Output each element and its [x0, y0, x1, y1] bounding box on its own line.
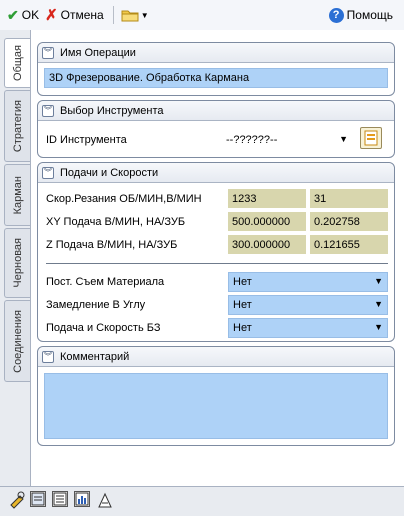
hsm-feed-row: Подача и Скорость БЗ: [46, 319, 160, 337]
corner-slowdown-row: Замедление В Углу: [46, 296, 145, 314]
operation-name-field[interactable]: 3D Фрезерование. Обработка Кармана: [44, 68, 388, 88]
tab-roughing-label: Черновая: [11, 238, 24, 288]
tab-strategy[interactable]: Стратегия: [4, 90, 30, 162]
xy-feed-value: 500.000000: [232, 215, 291, 228]
tool-id-dropdown[interactable]: --??????-- ▼: [222, 131, 352, 149]
xy-feed-per-tooth-value: 0.202758: [314, 215, 360, 228]
tab-general[interactable]: Общая: [4, 38, 30, 88]
z-feed-per-tooth-field[interactable]: 0.121655: [310, 235, 388, 254]
hsm-feed-value: Нет: [233, 322, 252, 334]
chevron-down-icon: ▼: [374, 276, 383, 286]
tool-library-button[interactable]: [360, 127, 382, 149]
comment-textarea[interactable]: [44, 373, 388, 439]
tool-selection-header[interactable]: ︾ Выбор Инструмента: [38, 101, 394, 121]
tool-id-label: ID Инструмента: [46, 134, 127, 146]
xy-feed-per-tooth-field[interactable]: 0.202758: [310, 212, 388, 231]
collapse-icon[interactable]: ︾: [42, 166, 54, 179]
list-icon: [53, 492, 67, 506]
xy-feed-field[interactable]: 500.000000: [228, 212, 306, 231]
tool-id-value: --??????--: [226, 134, 278, 146]
z-feed-field[interactable]: 300.000000: [228, 235, 306, 254]
ok-label: OK: [21, 8, 40, 22]
surface-speed-field[interactable]: 31: [310, 189, 388, 208]
chevron-down-icon: ▼: [140, 10, 149, 20]
constant-removal-label: Пост. Съем Материала: [46, 276, 165, 288]
toolbar: ✔ OK ✗ Отмена ▼ ? Помощь: [0, 0, 404, 30]
comment-group: ︾ Комментарий: [37, 346, 395, 446]
tab-strategy-label: Стратегия: [11, 99, 24, 153]
operation-name-value: 3D Фрезерование. Обработка Кармана: [49, 72, 250, 84]
collapse-icon[interactable]: ︾: [42, 104, 54, 117]
toolbar-separator: [112, 6, 114, 24]
tool-tab-button[interactable]: [8, 491, 25, 509]
corner-slowdown-dropdown[interactable]: Нет ▼: [228, 295, 388, 315]
ok-button[interactable]: ✔ OK: [4, 4, 42, 26]
feeds-speeds-group: ︾ Подачи и Скорости Скор.Резания ОБ/МИН,…: [37, 162, 395, 342]
spindle-speed-field[interactable]: 1233: [228, 189, 306, 208]
list-tab-button[interactable]: [52, 491, 68, 507]
close-icon: ✗: [45, 7, 58, 24]
tool-selection-group: ︾ Выбор Инструмента ID Инструмента --???…: [37, 100, 395, 158]
xy-feed-row: XY Подача В/МИН, НА/ЗУБ: [46, 213, 185, 231]
tab-links[interactable]: Соединения: [4, 300, 30, 382]
chevron-down-icon: ▼: [339, 134, 348, 144]
constant-removal-dropdown[interactable]: Нет ▼: [228, 272, 388, 292]
constant-removal-value: Нет: [233, 276, 252, 288]
feeds-speeds-header[interactable]: ︾ Подачи и Скорости: [38, 163, 394, 183]
tab-pocket-label: Карман: [11, 175, 24, 215]
doc-tab-button[interactable]: [30, 491, 46, 507]
open-menu-button[interactable]: ▼: [118, 4, 152, 26]
document-icon: [31, 492, 45, 506]
tool-icon: [10, 491, 25, 509]
machine-tab-button[interactable]: [96, 491, 112, 508]
collapse-icon[interactable]: ︾: [42, 46, 54, 59]
spindle-speed-value: 1233: [232, 192, 257, 205]
operation-name-title: Имя Операции: [60, 46, 136, 59]
tab-links-label: Соединения: [11, 309, 24, 373]
machine-icon: [98, 492, 112, 508]
content-panel: ︾ Имя Операции 3D Фрезерование. Обработк…: [30, 30, 396, 486]
folder-icon: [121, 10, 139, 22]
cutting-speed-row: Скор.Резания ОБ/МИН,В/МИН: [46, 190, 202, 208]
cancel-label: Отмена: [60, 8, 104, 22]
tool-selection-title: Выбор Инструмента: [60, 104, 164, 117]
chart-tab-button[interactable]: [74, 491, 90, 507]
bottom-tab-bar: [0, 486, 404, 516]
surface-speed-value: 31: [314, 192, 327, 205]
z-feed-per-tooth-value: 0.121655: [314, 238, 360, 251]
operation-name-header[interactable]: ︾ Имя Операции: [38, 43, 394, 63]
z-feed-row: Z Подача В/МИН, НА/ЗУБ: [46, 236, 177, 254]
hsm-feed-dropdown[interactable]: Нет ▼: [228, 318, 388, 338]
xy-feed-label: XY Подача В/МИН, НА/ЗУБ: [46, 216, 186, 228]
cutting-speed-label: Скор.Резания ОБ/МИН,В/МИН: [46, 193, 202, 205]
hsm-feed-label: Подача и Скорость БЗ: [46, 322, 161, 334]
help-label: Помощь: [346, 8, 393, 22]
chevron-down-icon: ▼: [374, 299, 383, 309]
tab-roughing[interactable]: Черновая: [4, 228, 30, 298]
help-icon: ?: [328, 7, 344, 23]
z-feed-label: Z Подача В/МИН, НА/ЗУБ: [46, 239, 178, 251]
feeds-speeds-title: Подачи и Скорости: [60, 166, 159, 179]
help-button[interactable]: ? Помощь: [326, 4, 396, 26]
cancel-button[interactable]: ✗ Отмена: [42, 4, 107, 26]
z-feed-value: 300.000000: [232, 238, 291, 251]
tool-library-icon: [364, 130, 378, 146]
comment-title: Комментарий: [60, 350, 130, 363]
tool-id-row: ID Инструмента: [46, 131, 127, 149]
side-tabs: Общая Стратегия Карман Черновая Соединен…: [0, 30, 30, 486]
comment-header[interactable]: ︾ Комментарий: [38, 347, 394, 367]
chevron-down-icon: ▼: [374, 322, 383, 332]
tab-pocket[interactable]: Карман: [4, 164, 30, 226]
corner-slowdown-label: Замедление В Углу: [46, 299, 146, 311]
collapse-icon[interactable]: ︾: [42, 350, 54, 363]
tab-general-label: Общая: [11, 45, 24, 81]
constant-removal-row: Пост. Съем Материала: [46, 273, 164, 291]
check-icon: ✔: [7, 6, 19, 23]
operation-name-group: ︾ Имя Операции 3D Фрезерование. Обработк…: [37, 42, 395, 96]
divider: [46, 263, 388, 264]
corner-slowdown-value: Нет: [233, 299, 252, 311]
chart-icon: [75, 492, 89, 506]
